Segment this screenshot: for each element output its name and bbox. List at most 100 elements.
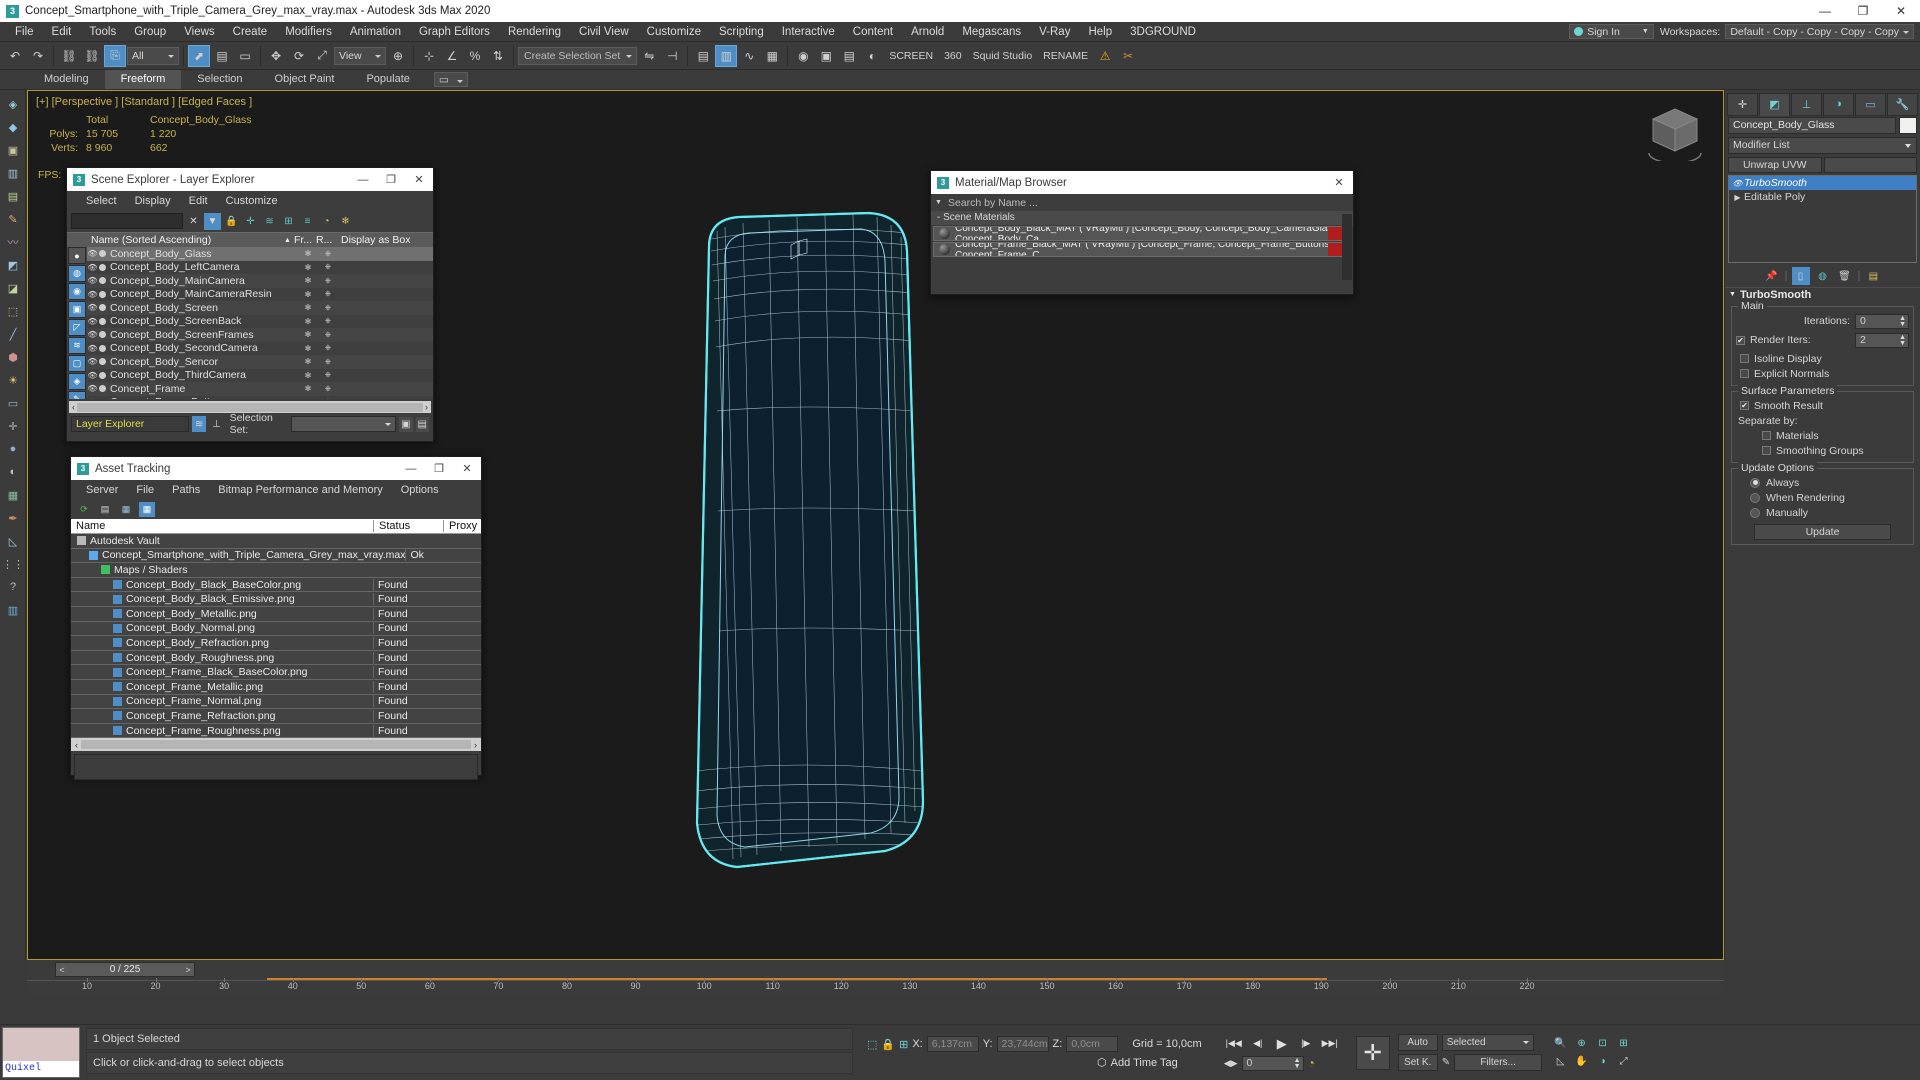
shape-line-icon[interactable]: ✎	[2, 208, 24, 230]
x-field[interactable]: 6,137cm	[926, 1036, 979, 1052]
menu-item-tools[interactable]: Tools	[80, 22, 125, 42]
viewport-label[interactable]: [+] [Perspective ] [Standard ] [Edged Fa…	[36, 96, 252, 108]
go-to-start-icon[interactable]: |◀◀	[1224, 1035, 1244, 1053]
track-bar[interactable]: < 0 / 225 > 10 20 30 40 50 60 70 80 90 100 110 120 1…	[27, 960, 1724, 994]
z-field[interactable]: 0,0cm	[1066, 1036, 1119, 1052]
scene-explorer-minimize[interactable]: —	[349, 168, 377, 191]
material-search-input[interactable]: Search by Name ...	[947, 196, 1353, 209]
mirror-icon[interactable]: ⇋	[638, 45, 660, 67]
asset-menu-file[interactable]: File	[127, 484, 163, 496]
selection-set-combo[interactable]	[290, 416, 397, 432]
toolbar-pin-icon[interactable]: ◈	[2, 93, 24, 115]
menu-item-views[interactable]: Views	[175, 22, 223, 42]
list-icon[interactable]: ▤	[97, 501, 113, 517]
remove-selection-set-icon[interactable]: ▤	[415, 416, 429, 432]
set-key-mode-button[interactable]: Set K.	[1397, 1054, 1438, 1071]
scene-explorer-row[interactable]: 👁 Concept_Body_Glass ✻ ⎈	[87, 247, 433, 261]
menu-item-3dground[interactable]: 3DGROUND	[1121, 22, 1205, 42]
renderable-icon[interactable]: ⎈	[318, 343, 338, 353]
current-frame-field[interactable]: 0 ▲ ▼	[1241, 1055, 1304, 1071]
scissors-icon[interactable]: ✂	[1117, 45, 1139, 67]
visibility-eye-icon[interactable]: 👁	[87, 330, 98, 339]
modifier-stack[interactable]: 👁 TurboSmooth ▶ Editable Poly	[1728, 175, 1917, 263]
smooth-result-row[interactable]: ✔ Smooth Result	[1740, 398, 1909, 413]
menu-item-content[interactable]: Content	[844, 22, 902, 42]
scene-explorer-row[interactable]: 👁 Concept_Frame_Buttons✻⎈	[87, 395, 433, 399]
asset-row[interactable]: Concept_Frame_Refraction.png Found	[71, 709, 481, 724]
filter-xrefs-icon[interactable]: ◈	[68, 373, 86, 390]
material-map-browser-window[interactable]: 3 Material/Map Browser ✕ ▼ Search by Nam…	[930, 170, 1354, 295]
frame-stepper-icon[interactable]: ◀▶	[1224, 1058, 1238, 1069]
visibility-eye-icon[interactable]: 👁	[87, 263, 98, 272]
scene-explorer-row[interactable]: 👁 Concept_Body_Sencor ✻ ⎈	[87, 355, 433, 369]
maximize-button[interactable]: ❐	[1844, 0, 1882, 22]
render-iters-spinner[interactable]: 2 ▲ ▼	[1855, 332, 1909, 348]
hierarchy-mode-icon[interactable]: ⊥	[209, 416, 223, 432]
sign-in-button[interactable]: Sign In ▼	[1569, 24, 1654, 39]
menu-item-arnold[interactable]: Arnold	[902, 22, 953, 42]
polygon-sub-icon[interactable]: ⬢	[2, 346, 24, 368]
renderable-icon[interactable]: ⎈	[318, 303, 338, 313]
renderable-icon[interactable]: ⎈	[318, 276, 338, 286]
column-render[interactable]: R...	[316, 234, 338, 246]
scene-explorer-row[interactable]: 👁 Concept_Frame ✻ ⎈	[87, 382, 433, 396]
select-object-icon[interactable]: ⬈	[188, 44, 210, 67]
pin-stack-icon[interactable]: 📌	[1763, 267, 1781, 285]
frozen-icon[interactable]: ✻	[298, 330, 318, 339]
create-tab-icon[interactable]: ✛	[1727, 92, 1758, 116]
frozen-icon[interactable]: ✻	[298, 384, 318, 393]
create-object-icon[interactable]: ◆	[2, 116, 24, 138]
asset-row[interactable]: Concept_Body_Roughness.png Found	[71, 651, 481, 666]
iterations-spinner[interactable]: 0 ▲ ▼	[1855, 313, 1909, 329]
angle-snap-icon[interactable]: ∠	[441, 45, 463, 67]
asset-row[interactable]: Concept_Smartphone_with_Triple_Camera_Gr…	[71, 549, 481, 564]
filter-helpers-icon[interactable]: ◸	[68, 319, 86, 336]
make-unique-icon[interactable]: ◍	[1814, 267, 1832, 285]
renderable-icon[interactable]: ⎈	[318, 357, 338, 367]
scene-explorer-row[interactable]: 👁 Concept_Body_SecondCamera ✻ ⎈	[87, 341, 433, 355]
visibility-eye-icon[interactable]: 👁	[87, 303, 98, 312]
renderable-icon[interactable]: ⎈	[318, 384, 338, 394]
menu-item-modifiers[interactable]: Modifiers	[276, 22, 341, 42]
object-name-field[interactable]: Concept_Body_Glass	[1728, 117, 1896, 134]
scene-explorer-menu-customize[interactable]: Customize	[217, 195, 287, 207]
scene-explorer-row[interactable]: 👁 Concept_Body_LeftCamera ✻ ⎈	[87, 260, 433, 274]
modifier-stack-item[interactable]: 👁 TurboSmooth	[1729, 176, 1916, 190]
spinner-arrows-icon[interactable]: ▲ ▼	[1899, 334, 1906, 347]
renderable-icon[interactable]: ⎈	[318, 262, 338, 272]
y-field[interactable]: 23,744cm	[996, 1036, 1049, 1052]
isoline-display-checkbox[interactable]	[1740, 354, 1749, 363]
field-of-view-icon[interactable]: ◺	[1550, 1053, 1571, 1071]
select-rotate-icon[interactable]: ⟳	[288, 45, 310, 67]
menu-item-graph-editors[interactable]: Graph Editors	[410, 22, 499, 42]
show-end-result-icon[interactable]: ▯	[1791, 267, 1810, 285]
asset-row[interactable]: Concept_Body_Refraction.png Found	[71, 636, 481, 651]
add-time-tag-row[interactable]: ⬡ Add Time Tag	[861, 1056, 1208, 1070]
filter-spacewarps-icon[interactable]: ≋	[68, 337, 86, 354]
key-filter-combo[interactable]: Selected	[1441, 1034, 1534, 1051]
refresh-icon[interactable]: ⟳	[76, 501, 92, 517]
array-icon[interactable]: ⋮⋮	[2, 553, 24, 575]
update-when-rendering-row[interactable]: When Rendering	[1750, 490, 1909, 505]
modify-tab-icon[interactable]: ◩	[1759, 92, 1790, 116]
prev-frame-arrow[interactable]: <	[56, 965, 68, 975]
material-browser-search[interactable]: ▼ Search by Name ...	[931, 194, 1353, 211]
maximize-viewport-icon[interactable]: ⤢	[1613, 1053, 1634, 1071]
help-icon[interactable]: ?	[2, 576, 24, 598]
renderable-icon[interactable]: ⎈	[318, 316, 338, 326]
add-layer-icon[interactable]: ✛	[242, 213, 259, 230]
scene-explorer-menu-select[interactable]: Select	[77, 195, 126, 207]
asset-tracking-rows[interactable]: Autodesk Vault Concept_Smartphone_with_Tr…	[71, 534, 481, 739]
undo-icon[interactable]: ↶	[4, 45, 26, 67]
remove-modifier-icon[interactable]: 🗑	[1836, 267, 1854, 285]
frozen-icon[interactable]: ✻	[298, 398, 318, 399]
rendered-frame-window-icon[interactable]: ▤	[838, 45, 860, 67]
key-filters-button[interactable]: Filters...	[1454, 1054, 1543, 1071]
asset-tracking-window[interactable]: 3 Asset Tracking — ❐ ✕ Server File Paths…	[70, 456, 482, 781]
menu-item-create[interactable]: Create	[224, 22, 277, 42]
quixel-bridge-label[interactable]: Quixel Bridge	[3, 1061, 79, 1077]
scene-explorer-search-input[interactable]	[71, 213, 183, 229]
minimize-button[interactable]: —	[1806, 0, 1844, 22]
asset-menu-options[interactable]: Options	[392, 484, 448, 496]
spline-icon[interactable]: 〰	[2, 231, 24, 253]
